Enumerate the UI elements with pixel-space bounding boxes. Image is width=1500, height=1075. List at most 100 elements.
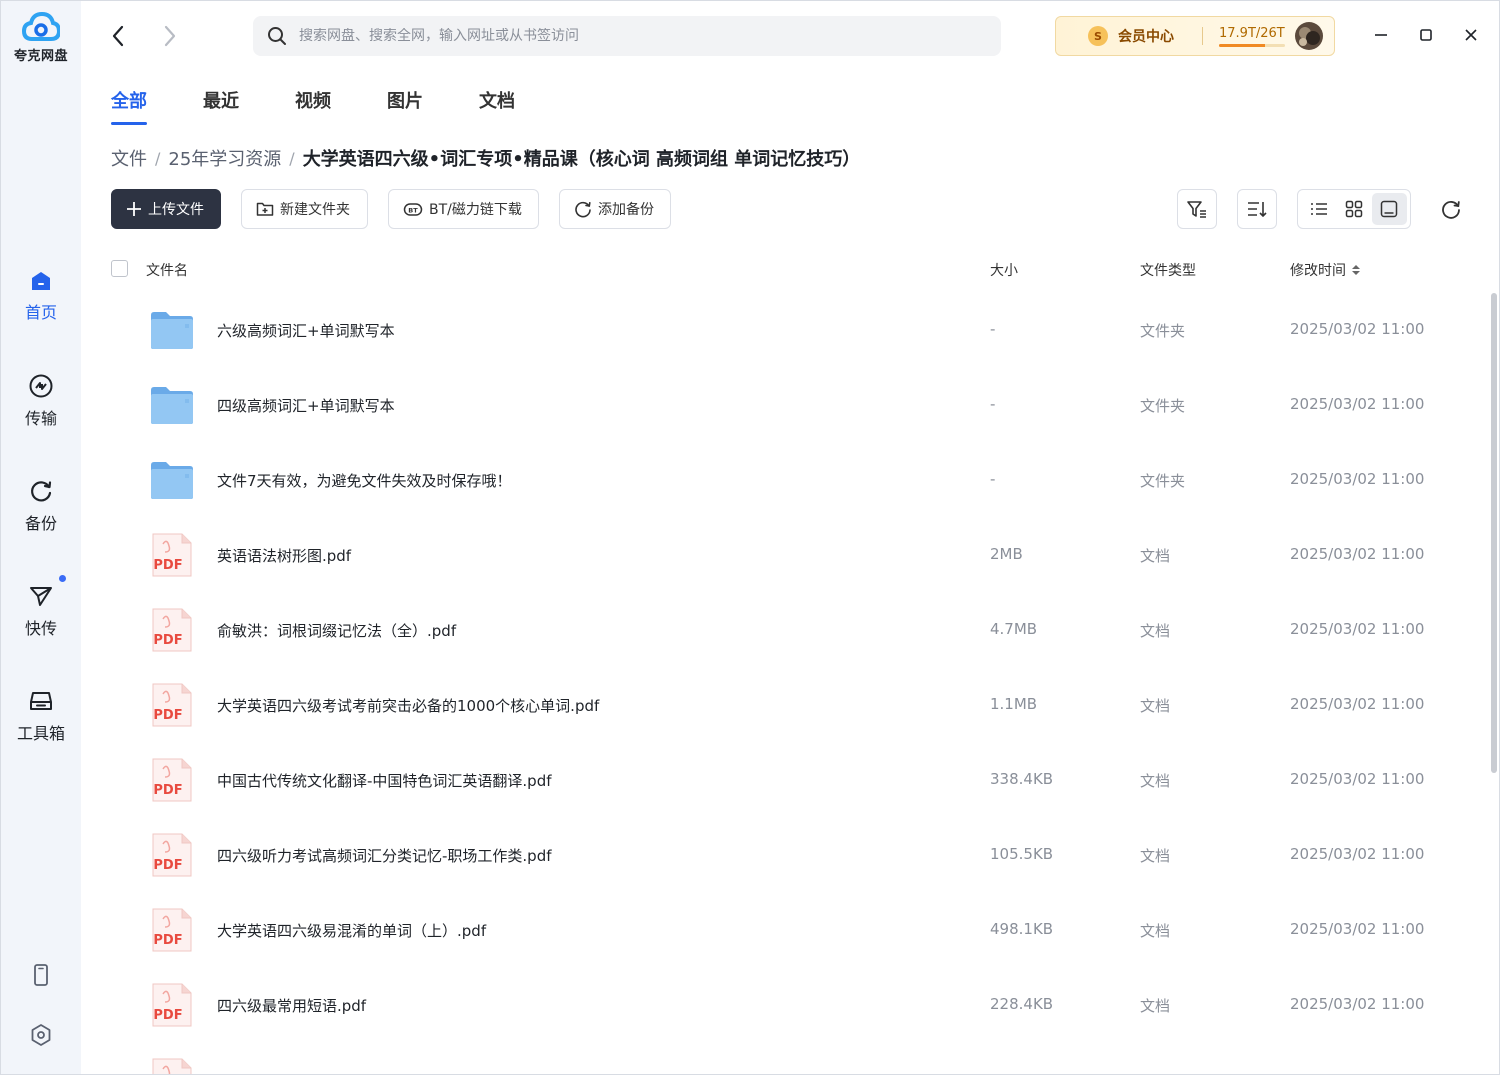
table-row[interactable]: 六级高频词汇+单词默写本 - 文件夹 2025/03/02 11:00 <box>111 293 1481 368</box>
file-type: 文档 <box>1140 697 1171 715</box>
sidebar-item-transfer[interactable]: 传输 <box>1 373 81 429</box>
table-row[interactable]: 四级高频词汇+单词默写本 - 文件夹 2025/03/02 11:00 <box>111 368 1481 443</box>
table-row[interactable]: PDF 大学英语四六级易混淆的单词（上）.pdf 498.1KB 文档 2025… <box>111 893 1481 968</box>
pdf-file-icon: PDF <box>152 908 192 952</box>
file-modified-time: 2025/03/02 11:00 <box>1290 320 1425 338</box>
file-name[interactable]: 英语语法树形图.pdf <box>217 545 351 566</box>
breadcrumb-item-files[interactable]: 文件 <box>111 145 147 171</box>
file-name[interactable]: 俞敏洪：词根词缀记忆法（全）.pdf <box>217 620 456 641</box>
select-all-checkbox[interactable] <box>111 260 128 277</box>
tab-documents[interactable]: 文档 <box>479 87 515 113</box>
file-name[interactable]: 大学英语四六级易混淆的单词（上）.pdf <box>217 920 486 941</box>
tab-video[interactable]: 视频 <box>295 87 331 113</box>
file-name[interactable]: 六级高频词汇+单词默写本 <box>217 320 395 341</box>
file-size: 2MB <box>990 545 1023 563</box>
table-row[interactable]: PDF 四六级听力考试高频词汇分类记忆-职场工作类.pdf 105.5KB 文档… <box>111 818 1481 893</box>
pdf-file-icon: PDF <box>152 983 192 1027</box>
folder-icon <box>151 462 193 499</box>
phone-button[interactable] <box>1 963 81 987</box>
breadcrumb-item-resources[interactable]: 25年学习资源 <box>168 145 281 171</box>
file-type: 文件夹 <box>1140 472 1186 490</box>
close-button[interactable] <box>1459 23 1483 47</box>
breadcrumb-separator: / <box>155 148 161 168</box>
file-type: 文档 <box>1140 997 1171 1015</box>
file-name[interactable]: 四六级听力考试高频词汇分类记忆-职场工作类.pdf <box>217 845 552 866</box>
sidebar: 夸克网盘 首页 传输 备份 快传 工具箱 <box>1 1 81 1074</box>
avatar[interactable] <box>1295 22 1323 50</box>
tab-all[interactable]: 全部 <box>111 87 147 125</box>
vip-center-button[interactable]: S 会员中心 17.9T/26T <box>1055 16 1335 56</box>
file-name[interactable]: 四六级最常用短语.pdf <box>217 995 366 1016</box>
table-row[interactable]: PDF 中国古代传统文化翻译-中国特色词汇英语翻译.pdf 338.4KB 文档… <box>111 743 1481 818</box>
header-size[interactable]: 大小 <box>990 260 1018 280</box>
breadcrumb-current: 大学英语四六级•词汇专项•精品课（核心词 高频词组 单词记忆技巧） <box>302 149 861 170</box>
file-modified-time: 2025/03/02 11:00 <box>1290 620 1425 638</box>
file-size: 1.1MB <box>990 695 1038 713</box>
maximize-button[interactable] <box>1414 23 1438 47</box>
header-name[interactable]: 文件名 <box>146 260 188 280</box>
table-row[interactable]: PDF 大学英语四六级考试考前突击必备的1000个核心单词.pdf 1.1MB … <box>111 668 1481 743</box>
settings-icon <box>31 1024 51 1046</box>
sidebar-label: 快传 <box>24 619 57 638</box>
tab-images[interactable]: 图片 <box>387 87 423 113</box>
forward-button[interactable] <box>157 23 181 49</box>
sidebar-item-toolbox[interactable]: 工具箱 <box>1 688 81 744</box>
minimize-icon <box>1375 34 1387 36</box>
transfer-icon <box>29 374 53 398</box>
file-modified-time: 2025/03/02 11:00 <box>1290 470 1425 488</box>
table-row[interactable]: PDF 俞敏洪：词根词缀记忆法（全）.pdf 4.7MB 文档 2025/03/… <box>111 593 1481 668</box>
file-size: 228.4KB <box>990 995 1054 1013</box>
new-folder-icon <box>256 202 274 216</box>
file-name[interactable]: 大学英语四六级考试考前突击必备的1000个核心单词.pdf <box>217 695 599 716</box>
bt-icon: BT <box>403 203 423 216</box>
file-name[interactable]: 文件7天有效，为避免文件失效及时保存哦！ <box>217 470 512 491</box>
table-row[interactable]: PDF <box>111 1043 1481 1074</box>
refresh-button[interactable] <box>1439 197 1463 221</box>
sidebar-item-backup[interactable]: 备份 <box>1 478 81 534</box>
file-name[interactable]: 中国古代传统文化翻译-中国特色词汇英语翻译.pdf <box>217 770 552 791</box>
add-backup-button[interactable]: 添加备份 <box>559 189 671 229</box>
file-modified-time: 2025/03/02 11:00 <box>1290 395 1425 413</box>
sidebar-item-quick-send[interactable]: 快传 <box>1 575 81 639</box>
settings-button[interactable] <box>1 1023 81 1047</box>
vip-divider <box>1202 27 1203 45</box>
category-tabs: 全部 最近 视频 图片 文档 <box>111 87 571 125</box>
pdf-label: PDF <box>153 1008 182 1023</box>
scrollbar[interactable] <box>1491 293 1497 773</box>
header-modified[interactable]: 修改时间 <box>1290 260 1362 280</box>
minimize-button[interactable] <box>1369 23 1393 47</box>
pdf-file-icon: PDF <box>152 1058 192 1074</box>
bt-download-button[interactable]: BT BT/磁力链下载 <box>388 189 539 229</box>
upload-button[interactable]: 上传文件 <box>111 189 221 229</box>
sort-button[interactable] <box>1237 189 1277 229</box>
file-type: 文档 <box>1140 847 1171 865</box>
app-logo[interactable]: 夸克网盘 <box>1 11 81 64</box>
sidebar-item-home[interactable]: 首页 <box>1 269 81 323</box>
breadcrumb-separator: / <box>289 148 295 168</box>
pdf-label: PDF <box>153 558 182 573</box>
table-row[interactable]: 文件7天有效，为避免文件失效及时保存哦！ - 文件夹 2025/03/02 11… <box>111 443 1481 518</box>
cloud-logo-icon <box>22 11 60 41</box>
preview-view-button[interactable] <box>1371 193 1407 225</box>
filter-button[interactable] <box>1177 189 1217 229</box>
plus-icon <box>127 202 141 216</box>
new-folder-button[interactable]: 新建文件夹 <box>241 189 368 229</box>
storage-text: 17.9T/26T <box>1219 25 1285 41</box>
back-button[interactable] <box>107 23 131 49</box>
search-bar[interactable] <box>253 16 1001 56</box>
file-name[interactable]: 四级高频词汇+单词默写本 <box>217 395 395 416</box>
tab-recent[interactable]: 最近 <box>203 87 239 113</box>
table-row[interactable]: PDF 英语语法树形图.pdf 2MB 文档 2025/03/02 11:00 <box>111 518 1481 593</box>
search-input[interactable] <box>299 28 1001 44</box>
folder-icon <box>151 312 193 349</box>
list-view-button[interactable] <box>1301 193 1336 225</box>
header-type[interactable]: 文件类型 <box>1140 260 1196 280</box>
pdf-file-icon: PDF <box>152 758 192 802</box>
table-row[interactable]: PDF 四六级最常用短语.pdf 228.4KB 文档 2025/03/02 1… <box>111 968 1481 1043</box>
file-modified-time: 2025/03/02 11:00 <box>1290 920 1425 938</box>
file-size: - <box>990 320 996 338</box>
grid-view-button[interactable] <box>1336 193 1371 225</box>
sort-arrows-icon <box>1352 265 1360 275</box>
pdf-label: PDF <box>153 933 182 948</box>
storage-bar-fill <box>1219 43 1265 47</box>
